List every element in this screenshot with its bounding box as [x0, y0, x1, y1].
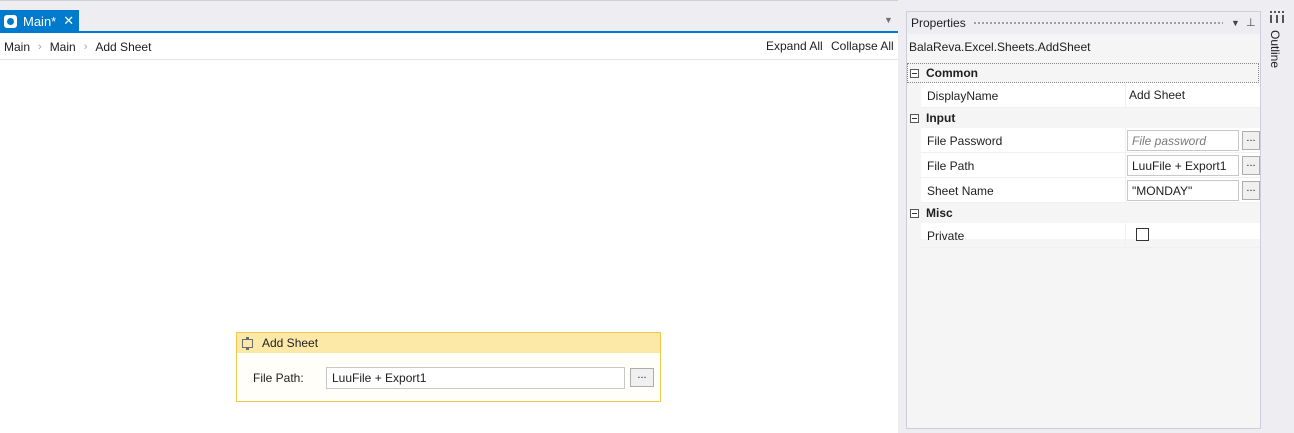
browse-button[interactable]: ... — [630, 368, 654, 387]
row-gutter — [908, 223, 921, 248]
row-gutter — [908, 83, 921, 108]
tab-main[interactable]: Main* ✕ — [0, 10, 79, 32]
row-gutter — [908, 153, 921, 178]
category-label: Input — [926, 111, 956, 125]
row-gutter — [908, 128, 921, 153]
file-password-browse-button[interactable]: ... — [1242, 131, 1260, 150]
displayname-value[interactable]: Add Sheet — [1129, 88, 1185, 102]
chevron-down-icon[interactable]: ▼ — [1231, 18, 1240, 28]
category-common[interactable]: Common — [908, 63, 1260, 83]
file-path-property-input[interactable]: LuuFile + Export1 — [1127, 155, 1239, 176]
outline-side-tab[interactable]: Outline — [1266, 8, 1290, 78]
sheet-name-browse-button[interactable]: ... — [1242, 181, 1260, 200]
outline-label[interactable]: Outline — [1268, 30, 1282, 68]
properties-title: Properties — [911, 16, 966, 30]
property-name: Private — [927, 229, 965, 243]
property-value-cell[interactable]: "MONDAY" ... — [1125, 178, 1261, 202]
property-value-cell[interactable] — [1125, 223, 1261, 247]
outline-icon — [1270, 11, 1284, 23]
property-name: File Path — [927, 159, 975, 173]
file-path-browse-button[interactable]: ... — [1242, 156, 1260, 175]
category-label: Misc — [926, 206, 953, 220]
property-grid: Common DisplayName Add Sheet Input File … — [908, 63, 1260, 248]
property-name: File Password — [927, 134, 1003, 148]
properties-panel: Properties ▼ ⊥ BalaReva.Excel.Sheets.Add… — [906, 11, 1261, 429]
private-checkbox[interactable] — [1136, 228, 1149, 241]
property-row-sheet-name[interactable]: Sheet Name "MONDAY" ... — [908, 178, 1260, 203]
drag-grip[interactable] — [973, 21, 1223, 26]
pin-icon[interactable]: ⊥ — [1246, 16, 1256, 29]
breadcrumb-bar: Main › Main › Add Sheet Expand All Colla… — [0, 33, 898, 60]
property-value-cell[interactable]: File password ... — [1125, 128, 1261, 152]
property-row-displayname[interactable]: DisplayName Add Sheet — [908, 83, 1260, 108]
collapse-icon[interactable] — [910, 113, 919, 123]
category-misc[interactable]: Misc — [908, 203, 1260, 223]
expand-all-link[interactable]: Expand All — [766, 39, 823, 53]
add-sheet-activity[interactable]: Add Sheet File Path: LuuFile + Export1 .… — [236, 332, 661, 402]
collapse-icon[interactable] — [910, 68, 919, 78]
row-gutter — [908, 178, 921, 203]
document-tabstrip: Main* ✕ ▼ — [0, 0, 898, 33]
collapse-all-link[interactable]: Collapse All — [831, 39, 894, 53]
chevron-right-icon: › — [83, 41, 88, 53]
file-path-label: File Path: — [253, 371, 304, 385]
breadcrumb-item-main[interactable]: Main — [4, 40, 30, 54]
property-row-file-password[interactable]: File Password File password ... — [908, 128, 1260, 153]
category-label: Common — [926, 66, 978, 80]
chevron-right-icon: › — [38, 41, 42, 53]
property-name: Sheet Name — [927, 184, 994, 198]
activity-header[interactable]: Add Sheet — [237, 333, 660, 353]
chevron-down-icon[interactable]: ▼ — [884, 15, 893, 25]
breadcrumb-item-main-2[interactable]: Main — [50, 40, 76, 54]
tab-title: Main* — [23, 13, 57, 29]
category-input[interactable]: Input — [908, 108, 1260, 128]
activity-title: Add Sheet — [262, 336, 319, 350]
workflow-icon — [4, 14, 17, 28]
property-value-cell[interactable]: LuuFile + Export1 ... — [1125, 153, 1261, 177]
file-password-input[interactable]: File password — [1127, 130, 1239, 151]
breadcrumb-item-add-sheet[interactable]: Add Sheet — [95, 40, 151, 54]
sheet-name-input[interactable]: "MONDAY" — [1127, 180, 1239, 201]
breadcrumb: Main › Main › Add Sheet — [4, 40, 151, 54]
close-icon[interactable]: ✕ — [63, 13, 74, 29]
collapse-icon[interactable] — [910, 208, 919, 218]
property-name: DisplayName — [927, 89, 999, 103]
file-path-input[interactable]: LuuFile + Export1 — [326, 367, 625, 389]
property-row-private[interactable]: Private — [908, 223, 1260, 248]
designer-canvas[interactable]: Main* ✕ ▼ Main › Main › Add Sheet Expand… — [0, 0, 898, 433]
activity-type-name: BalaReva.Excel.Sheets.AddSheet — [909, 40, 1091, 54]
property-value-cell[interactable]: Add Sheet — [1125, 83, 1261, 107]
property-row-file-path[interactable]: File Path LuuFile + Export1 ... — [908, 153, 1260, 178]
activity-icon — [242, 336, 253, 350]
